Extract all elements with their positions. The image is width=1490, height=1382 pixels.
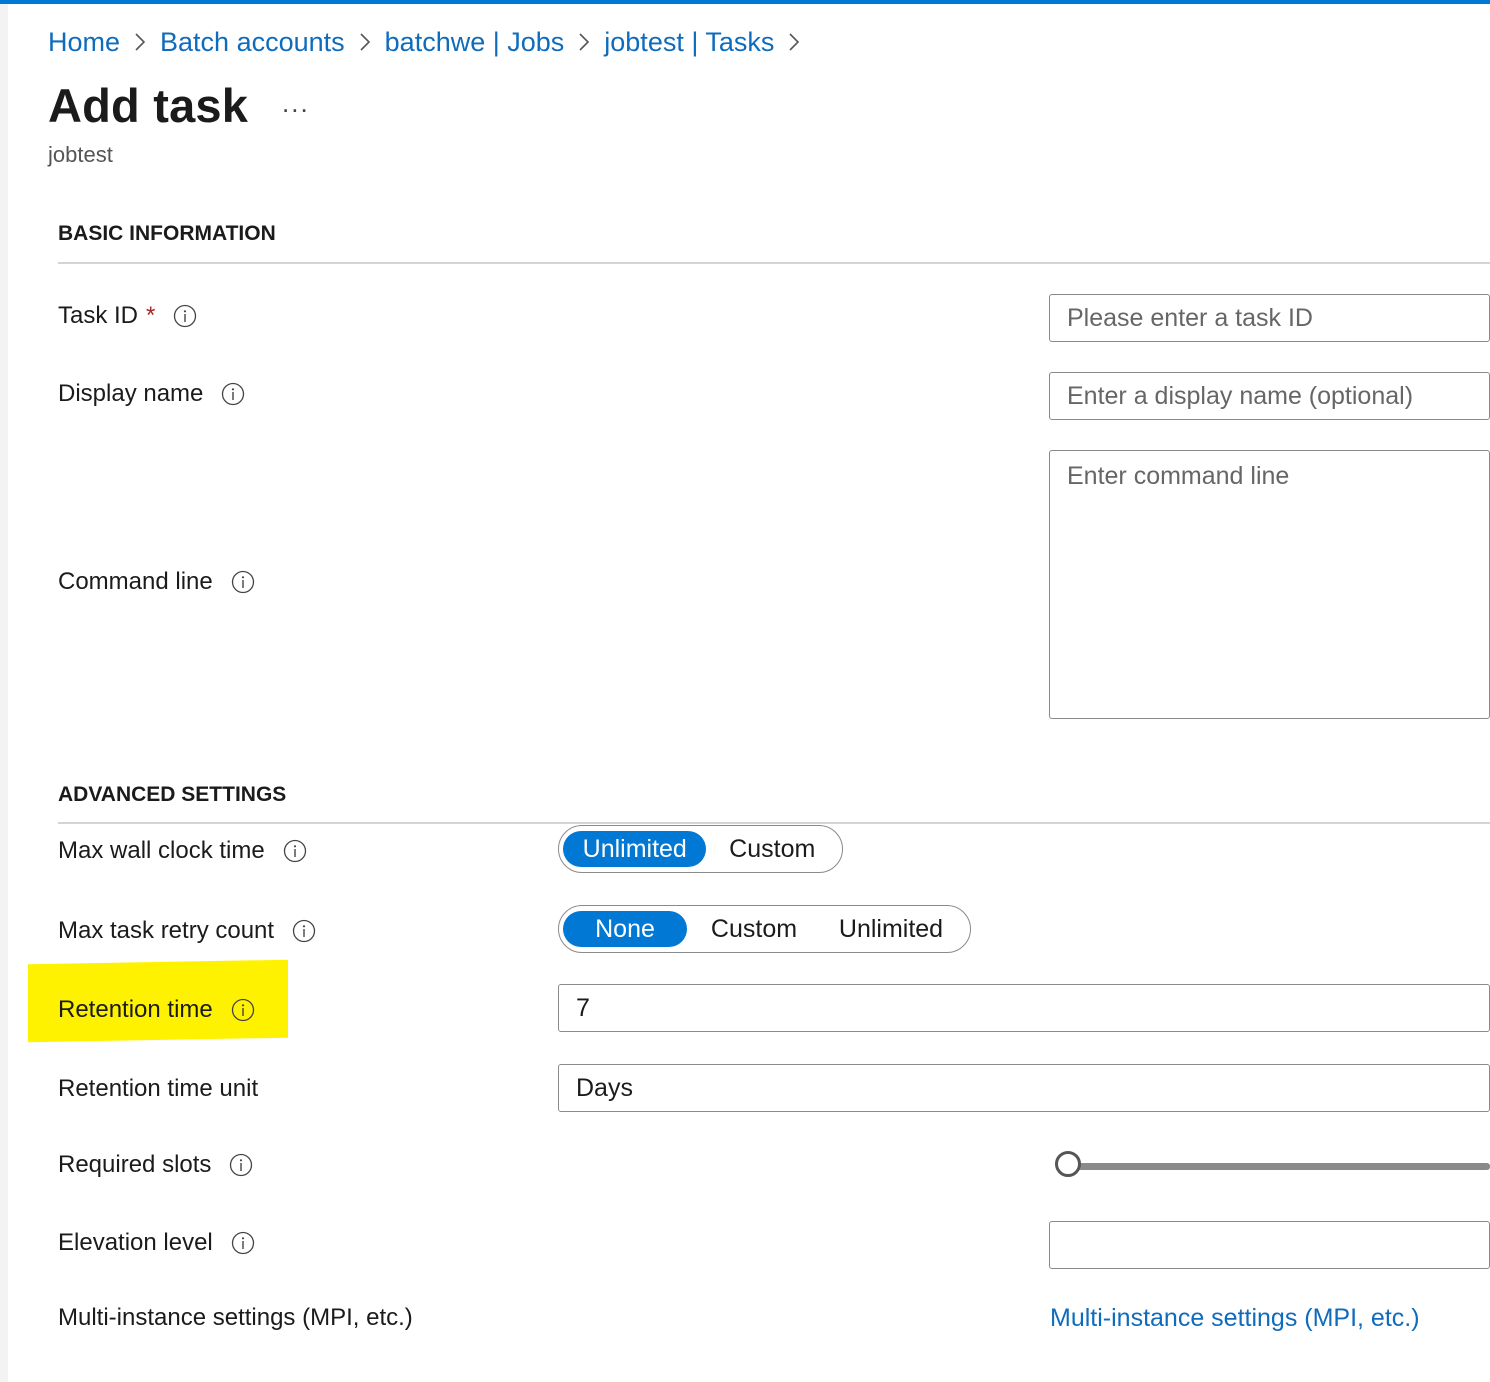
option-none[interactable]: None [563,911,687,947]
option-custom[interactable]: Custom [706,831,838,867]
max-wall-clock-label-text: Max wall clock time [58,837,265,864]
elevation-level-dropdown[interactable] [1049,1221,1490,1269]
chevron-right-icon [120,32,160,52]
command-line-label-text: Command line [58,568,213,595]
section-divider [58,262,1490,264]
task-id-input[interactable]: Please enter a task ID [1049,294,1490,342]
info-icon[interactable] [292,919,316,943]
option-unlimited[interactable]: Unlimited [563,831,707,867]
required-slots-label: Required slots [58,1145,253,1185]
max-wall-clock-label: Max wall clock time [58,831,307,871]
retention-time-label: Retention time [58,990,255,1030]
command-line-textarea[interactable]: Enter command line [1049,450,1490,719]
info-icon[interactable] [231,998,255,1022]
breadcrumb-jobs[interactable]: batchwe | Jobs [385,27,565,58]
info-icon[interactable] [229,1153,253,1177]
chevron-right-icon [774,32,814,52]
required-slots-label-text: Required slots [58,1151,212,1178]
task-id-label: Task ID * [58,296,197,336]
required-slots-slider-track[interactable] [1070,1163,1490,1170]
multi-instance-settings-link[interactable]: Multi-instance settings (MPI, etc.) [1050,1304,1420,1333]
max-retry-label: Max task retry count [58,911,316,951]
left-edge [0,4,8,1382]
elevation-level-label: Elevation level [58,1223,255,1263]
more-options-button[interactable]: ... [282,88,310,119]
display-name-label: Display name [58,374,245,414]
option-custom[interactable]: Custom [687,911,821,947]
required-slots-slider-thumb[interactable] [1055,1151,1081,1177]
breadcrumb: Home Batch accounts batchwe | Jobs jobte… [48,22,814,62]
section-divider [58,822,1490,824]
display-name-input[interactable]: Enter a display name (optional) [1049,372,1490,420]
chevron-right-icon [345,32,385,52]
page-title: Add task [48,79,249,132]
info-icon[interactable] [283,839,307,863]
info-icon[interactable] [231,570,255,594]
info-icon[interactable] [173,304,197,328]
top-accent-bar [0,0,1490,4]
info-icon[interactable] [231,1231,255,1255]
multi-instance-label: Multi-instance settings (MPI, etc.) [58,1298,413,1338]
retention-time-label-text: Retention time [58,996,213,1023]
task-id-label-text: Task ID [58,302,139,329]
section-advanced-settings: ADVANCED SETTINGS [58,783,287,806]
max-retry-toggle: None Custom Unlimited [558,905,971,953]
retention-time-input[interactable]: 7 [558,984,1490,1032]
retention-unit-dropdown[interactable]: Days [558,1064,1490,1112]
elevation-level-label-text: Elevation level [58,1229,213,1256]
command-line-label: Command line [58,562,255,602]
multi-instance-label-text: Multi-instance settings (MPI, etc.) [58,1304,413,1331]
max-retry-label-text: Max task retry count [58,917,275,944]
retention-unit-label: Retention time unit [58,1069,258,1109]
breadcrumb-tasks[interactable]: jobtest | Tasks [604,27,774,58]
page-subtitle: jobtest [48,142,113,167]
required-marker: * [146,302,156,329]
breadcrumb-batch-accounts[interactable]: Batch accounts [160,27,345,58]
breadcrumb-home[interactable]: Home [48,27,120,58]
retention-unit-label-text: Retention time unit [58,1075,259,1102]
section-basic-information: BASIC INFORMATION [58,222,276,245]
max-wall-clock-toggle: Unlimited Custom [558,825,843,873]
option-unlimited[interactable]: Unlimited [821,911,961,947]
display-name-label-text: Display name [58,380,204,407]
info-icon[interactable] [221,382,245,406]
chevron-right-icon [564,32,604,52]
